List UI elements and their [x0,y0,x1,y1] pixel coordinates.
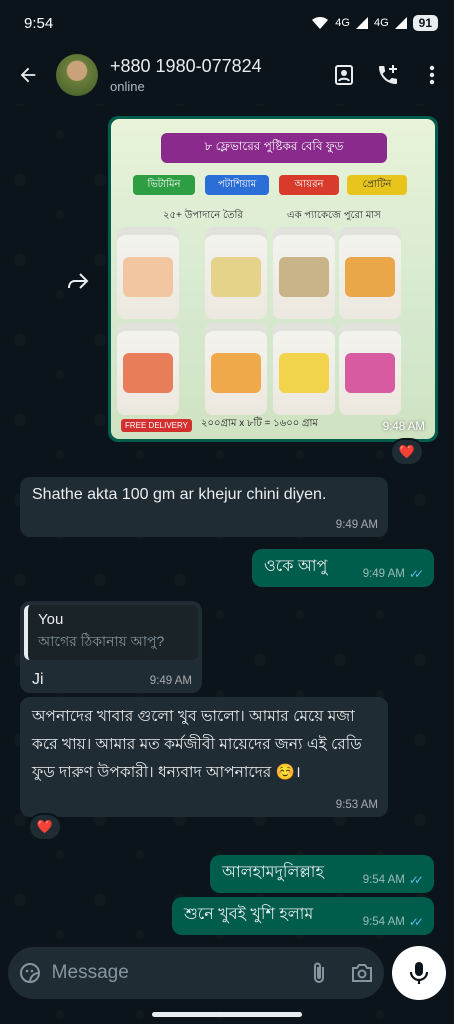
product-jar [205,323,267,415]
product-jar [117,323,179,415]
message-time: 9:54 AM ✓✓ [363,915,424,929]
network-label-2: 4G [373,17,389,29]
image-subtitle-left: ২৫+ উপাদানে তৈরি [163,210,243,221]
signal-icon-1 [355,17,368,29]
heart-icon: ❤️ [36,819,54,835]
quote-author: You [38,611,64,628]
reaction-badge[interactable]: ❤️ [28,813,62,841]
contact-card-icon[interactable] [322,46,366,104]
more-vertical-icon[interactable] [410,46,454,104]
quoted-reply[interactable]: You আগের ঠিকানায় আপু? [24,605,198,660]
image-tag: ভিটামিন [133,175,195,195]
forward-icon[interactable] [60,263,96,299]
attach-icon[interactable] [297,947,341,999]
gesture-bar [152,1012,302,1017]
battery-level: 91 [412,15,438,31]
free-delivery-badge: FREE DELIVERY [121,419,192,432]
incoming-message[interactable]: Shathe akta 100 gm ar khejur chini diyen… [20,477,388,537]
message-time: 9:48 AM [382,421,425,433]
product-jar [339,323,401,415]
message-time: 9:49 AM [149,675,192,687]
sticker-icon[interactable] [8,947,52,999]
status-icons: 4G 4G 91 [311,15,438,31]
product-jar [205,227,267,319]
heart-icon: ❤️ [398,444,416,460]
image-tag: পটাশিয়াম [205,175,269,195]
incoming-message[interactable]: অপনাদের খাবার গুলো খুব ভালো। আমার মেয়ে … [20,697,388,817]
product-jar [117,227,179,319]
back-arrow-icon[interactable] [0,46,56,104]
message-time: 9:49 AM [335,519,378,531]
status-bar: 9:54 4G 4G 91 [0,0,454,46]
product-image[interactable]: ৮ ফ্লেভারের পুষ্টিকর বেবি ফুড ভিটামিন পট… [111,119,435,439]
product-jar [273,227,335,319]
image-tag: প্রোটিন [347,175,407,195]
chat-header: +880 1980-077824 online [0,46,454,104]
image-bottom-text: ২০০গ্রাম x ৮টি = ১৬০০ গ্রাম [201,418,318,429]
message-time: 9:54 AM ✓✓ [363,873,424,887]
message-input[interactable] [51,962,297,984]
outgoing-message[interactable]: ওকে আপু 9:49 AM ✓✓ [252,549,434,587]
read-receipt-icon: ✓✓ [408,915,424,929]
image-tag: আয়রন [279,175,339,195]
contact-info[interactable]: +880 1980-077824 online [110,56,322,94]
contact-name: +880 1980-077824 [110,56,262,76]
network-label-1: 4G [335,17,350,29]
message-composer [8,947,384,999]
message-text: Shathe akta 100 gm ar khejur chini diyen… [32,486,327,503]
image-message[interactable]: ৮ ফ্লেভারের পুষ্টিকর বেবি ফুড ভিটামিন পট… [108,116,438,442]
mic-icon[interactable] [392,946,446,1000]
image-banner: ৮ ফ্লেভারের পুষ্টিকর বেবি ফুড [161,133,387,163]
signal-icon-2 [394,17,407,29]
camera-icon[interactable] [340,947,384,999]
reaction-badge[interactable]: ❤️ [390,438,424,466]
quote-text: আগের ঠিকানায় আপু? [38,633,165,649]
add-call-icon[interactable] [366,46,410,104]
status-time: 9:54 [24,14,54,32]
product-jar [339,227,401,319]
message-time: 9:53 AM [335,799,378,811]
outgoing-message[interactable]: আলহামদুলিল্লাহ 9:54 AM ✓✓ [210,855,434,893]
read-receipt-icon: ✓✓ [408,873,424,887]
message-time: 9:49 AM ✓✓ [363,567,424,581]
product-jar [273,323,335,415]
avatar[interactable] [56,54,98,96]
image-subtitle-right: এক প্যাকেজে পুরো মাস [287,210,381,221]
wifi-icon [312,16,329,29]
message-text: অপনাদের খাবার গুলো খুব ভালো। আমার মেয়ে … [32,708,362,781]
read-receipt-icon: ✓✓ [408,567,424,581]
outgoing-message[interactable]: শুনে খুবই খুশি হলাম 9:54 AM ✓✓ [172,897,434,935]
contact-status: online [110,79,145,94]
incoming-message[interactable]: You আগের ঠিকানায় আপু? Ji 9:49 AM [20,601,202,693]
